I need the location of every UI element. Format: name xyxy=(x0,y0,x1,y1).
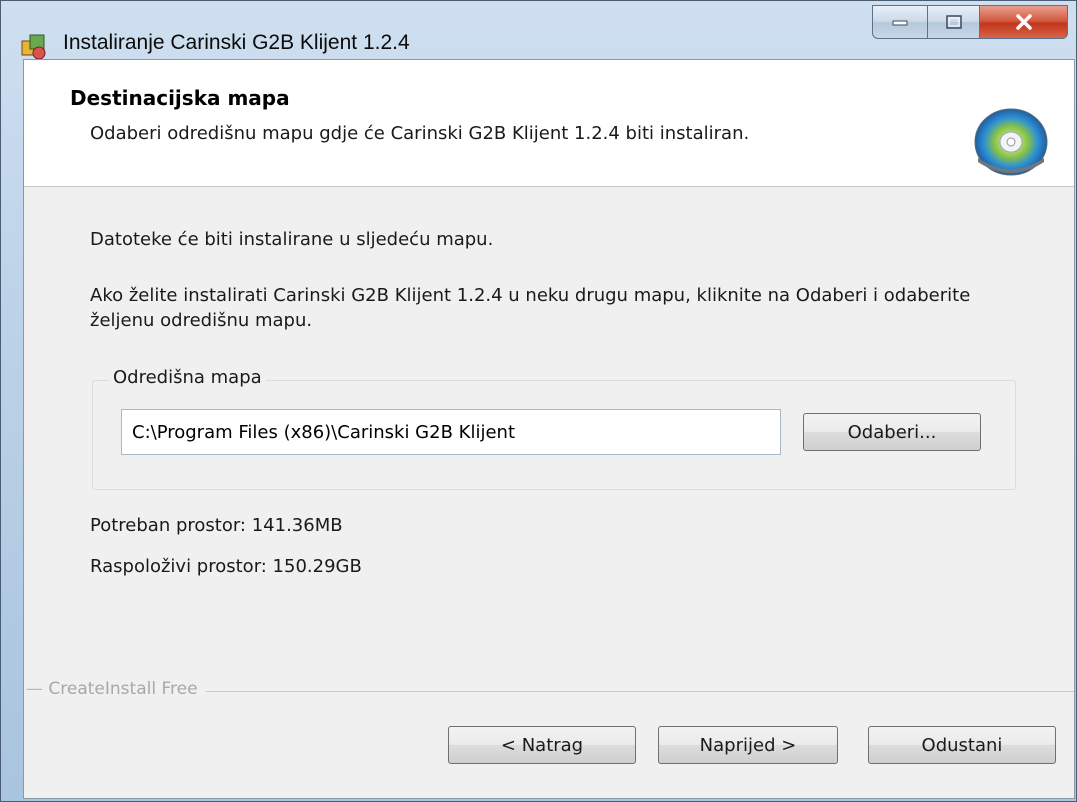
intro-text: Datoteke će biti instalirane u sljedeću … xyxy=(90,229,494,250)
back-button[interactable]: < Natrag xyxy=(448,726,636,764)
cancel-button[interactable]: Odustani xyxy=(868,726,1056,764)
maximize-icon xyxy=(945,15,962,29)
maximize-button[interactable] xyxy=(928,5,980,39)
available-space-text: Raspoloživi prostor: 150.29GB xyxy=(90,556,362,577)
browse-button[interactable]: Odaberi... xyxy=(803,413,981,451)
instruction-text: Ako želite instalirati Carinski G2B Klij… xyxy=(90,285,971,331)
destination-path-input[interactable] xyxy=(121,409,781,455)
next-button[interactable]: Naprijed > xyxy=(658,726,838,764)
cd-disc-icon xyxy=(974,108,1048,176)
installer-app-icon xyxy=(21,34,46,60)
minimize-icon xyxy=(892,20,908,26)
dialog-client-area: Destinacijska mapa Odaberi odredišnu map… xyxy=(23,59,1075,799)
window-title: Instaliranje Carinski G2B Klijent 1.2.4 xyxy=(63,31,410,54)
page-title: Destinacijska mapa xyxy=(70,86,290,110)
footer-brand: — CreateInstall Free xyxy=(24,679,206,699)
minimize-button[interactable] xyxy=(872,5,928,39)
page-subtitle: Odaberi odredišnu mapu gdje će Carinski … xyxy=(90,123,750,144)
close-icon xyxy=(1015,14,1032,30)
footer-brand-dash: — xyxy=(26,679,49,699)
caption-buttons xyxy=(872,5,1068,41)
destination-group: Odredišna mapa Odaberi... xyxy=(92,367,1016,490)
required-space-text: Potreban prostor: 141.36MB xyxy=(90,515,343,536)
destination-group-label: Odredišna mapa xyxy=(109,367,266,388)
footer-brand-text: CreateInstall Free xyxy=(48,679,198,699)
wizard-header: Destinacijska mapa Odaberi odredišnu map… xyxy=(24,60,1074,187)
installer-window: Instaliranje Carinski G2B Klijent 1.2.4 xyxy=(0,0,1077,802)
close-button[interactable] xyxy=(980,5,1068,39)
